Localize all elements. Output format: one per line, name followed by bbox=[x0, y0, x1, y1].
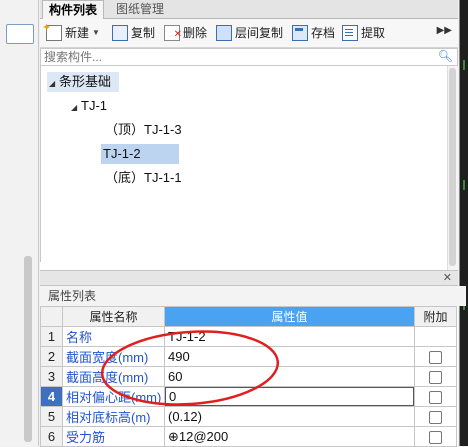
attach-cell bbox=[414, 426, 457, 447]
panel-divider[interactable]: ✕ bbox=[40, 270, 458, 286]
attach-cell bbox=[414, 326, 457, 347]
row-number: 6 bbox=[40, 426, 63, 447]
extract-icon bbox=[342, 25, 358, 41]
tree-node-root[interactable]: ◢ 条形基础 bbox=[47, 72, 120, 94]
property-name: 受力筋 bbox=[62, 426, 165, 447]
table-row[interactable]: 2 截面宽度(mm) 490 bbox=[40, 346, 457, 367]
component-panel: 构件列表 图纸管理 新建 ▼ 复制 删除 层间复制 存档 提取 ▶▶ bbox=[40, 0, 466, 447]
value-edit-box[interactable]: 0 bbox=[165, 387, 414, 406]
attach-header[interactable]: 附加 bbox=[414, 306, 457, 327]
attach-checkbox[interactable] bbox=[429, 411, 442, 425]
attach-checkbox[interactable] bbox=[429, 351, 442, 365]
new-label: 新建 bbox=[65, 26, 90, 40]
search-input[interactable] bbox=[41, 49, 424, 65]
table-row[interactable]: 1 名称 TJ-1-2 bbox=[40, 326, 457, 347]
table-row[interactable]: 6 受力筋 ⊕12@200 bbox=[40, 426, 457, 447]
table-header-row: 属性名称 属性值 附加 bbox=[40, 306, 457, 327]
new-file-icon bbox=[42, 19, 62, 41]
component-search: 🔍︎ bbox=[40, 48, 458, 66]
attach-checkbox[interactable] bbox=[429, 391, 442, 405]
properties-table: 属性名称 属性值 附加 1 名称 TJ-1-2 2 截面宽度(mm) 490 3… bbox=[40, 306, 457, 447]
view-toggle-button[interactable] bbox=[6, 24, 34, 44]
tab-drawing-management[interactable]: 图纸管理 bbox=[110, 0, 170, 18]
collapse-triangle-icon[interactable]: ◢ bbox=[49, 74, 59, 94]
attach-cell bbox=[414, 406, 457, 427]
attach-cell bbox=[414, 366, 457, 387]
delete-button[interactable]: 删除 bbox=[164, 24, 208, 44]
table-row-active[interactable]: 4 相对偏心距(mm) 0 bbox=[40, 386, 457, 407]
tree-node-top[interactable]: （顶）TJ-1-3 bbox=[105, 120, 182, 140]
layer-copy-label: 层间复制 bbox=[235, 26, 284, 40]
tab-component-list[interactable]: 构件列表 bbox=[42, 0, 105, 20]
property-name: 名称 bbox=[62, 326, 165, 347]
copy-icon bbox=[112, 25, 128, 41]
close-icon[interactable]: ✕ bbox=[443, 271, 452, 285]
left-panel-edge bbox=[0, 0, 39, 446]
canvas-mark bbox=[463, 180, 465, 190]
row-number-header bbox=[40, 306, 63, 327]
tree-node-tj1[interactable]: ◢ TJ-1 bbox=[71, 96, 107, 116]
collapse-triangle-icon[interactable]: ◢ bbox=[71, 98, 81, 118]
delete-label: 删除 bbox=[183, 26, 208, 40]
tree-node-label: 条形基础 bbox=[59, 74, 112, 89]
properties-title: 属性列表 bbox=[40, 286, 466, 306]
tree-node-selected[interactable]: TJ-1-2 bbox=[101, 144, 179, 164]
property-value[interactable]: 490 bbox=[164, 346, 415, 367]
attach-checkbox[interactable] bbox=[429, 431, 442, 445]
extract-label: 提取 bbox=[361, 26, 386, 40]
save-button[interactable]: 存档 bbox=[292, 24, 335, 42]
chevron-down-icon: ▼ bbox=[92, 28, 100, 37]
table-row[interactable]: 3 截面高度(mm) 60 bbox=[40, 366, 457, 387]
property-value[interactable]: 60 bbox=[164, 366, 415, 387]
property-name: 相对偏心距(mm) bbox=[62, 386, 165, 407]
search-icon[interactable]: 🔍︎ bbox=[438, 49, 453, 63]
row-number: 4 bbox=[40, 386, 63, 407]
layer-copy-button[interactable]: 层间复制 bbox=[216, 24, 283, 42]
row-number: 2 bbox=[40, 346, 63, 367]
component-toolbar: 新建 ▼ 复制 删除 层间复制 存档 提取 ▶▶ bbox=[40, 19, 458, 48]
property-value[interactable]: TJ-1-2 bbox=[164, 326, 415, 347]
property-name-header[interactable]: 属性名称 bbox=[62, 306, 165, 327]
scrollbar-thumb[interactable] bbox=[449, 68, 456, 266]
tree-scrollbar[interactable] bbox=[447, 66, 458, 270]
tree-node-label: TJ-1 bbox=[81, 98, 107, 113]
delete-icon bbox=[164, 25, 182, 44]
row-number: 3 bbox=[40, 366, 63, 387]
new-button[interactable]: 新建 ▼ bbox=[42, 19, 100, 42]
attach-cell bbox=[414, 346, 457, 367]
row-number: 5 bbox=[40, 406, 63, 427]
tree-node-bottom[interactable]: （底）TJ-1-1 bbox=[105, 168, 182, 188]
copy-button[interactable]: 复制 bbox=[112, 24, 155, 42]
canvas-mark bbox=[463, 60, 465, 70]
left-scrollbar[interactable] bbox=[24, 256, 32, 442]
property-value-editor[interactable]: 0 bbox=[164, 386, 415, 407]
extract-button[interactable]: 提取 bbox=[342, 24, 385, 42]
table-row[interactable]: 5 相对底标高(m) (0.12) bbox=[40, 406, 457, 427]
property-name: 截面宽度(mm) bbox=[62, 346, 165, 367]
copy-label: 复制 bbox=[131, 26, 156, 40]
component-tree: ◢ 条形基础 ◢ TJ-1 （顶）TJ-1-3 TJ-1-2 （底）TJ-1-1 bbox=[40, 66, 458, 262]
property-value[interactable]: ⊕12@200 bbox=[164, 426, 415, 447]
property-name: 截面高度(mm) bbox=[62, 366, 165, 387]
row-number: 1 bbox=[40, 326, 63, 347]
save-icon bbox=[292, 25, 308, 41]
attach-cell bbox=[414, 386, 457, 407]
property-name: 相对底标高(m) bbox=[62, 406, 165, 427]
save-label: 存档 bbox=[311, 26, 336, 40]
property-value[interactable]: (0.12) bbox=[164, 406, 415, 427]
attach-checkbox[interactable] bbox=[429, 371, 442, 385]
double-chevron-right-icon[interactable]: ▶▶ bbox=[437, 25, 452, 36]
canvas-edge bbox=[459, 0, 468, 446]
property-value-header[interactable]: 属性值 bbox=[164, 306, 415, 327]
panel-tabs: 构件列表 图纸管理 bbox=[40, 0, 458, 20]
layer-copy-icon bbox=[216, 25, 232, 41]
